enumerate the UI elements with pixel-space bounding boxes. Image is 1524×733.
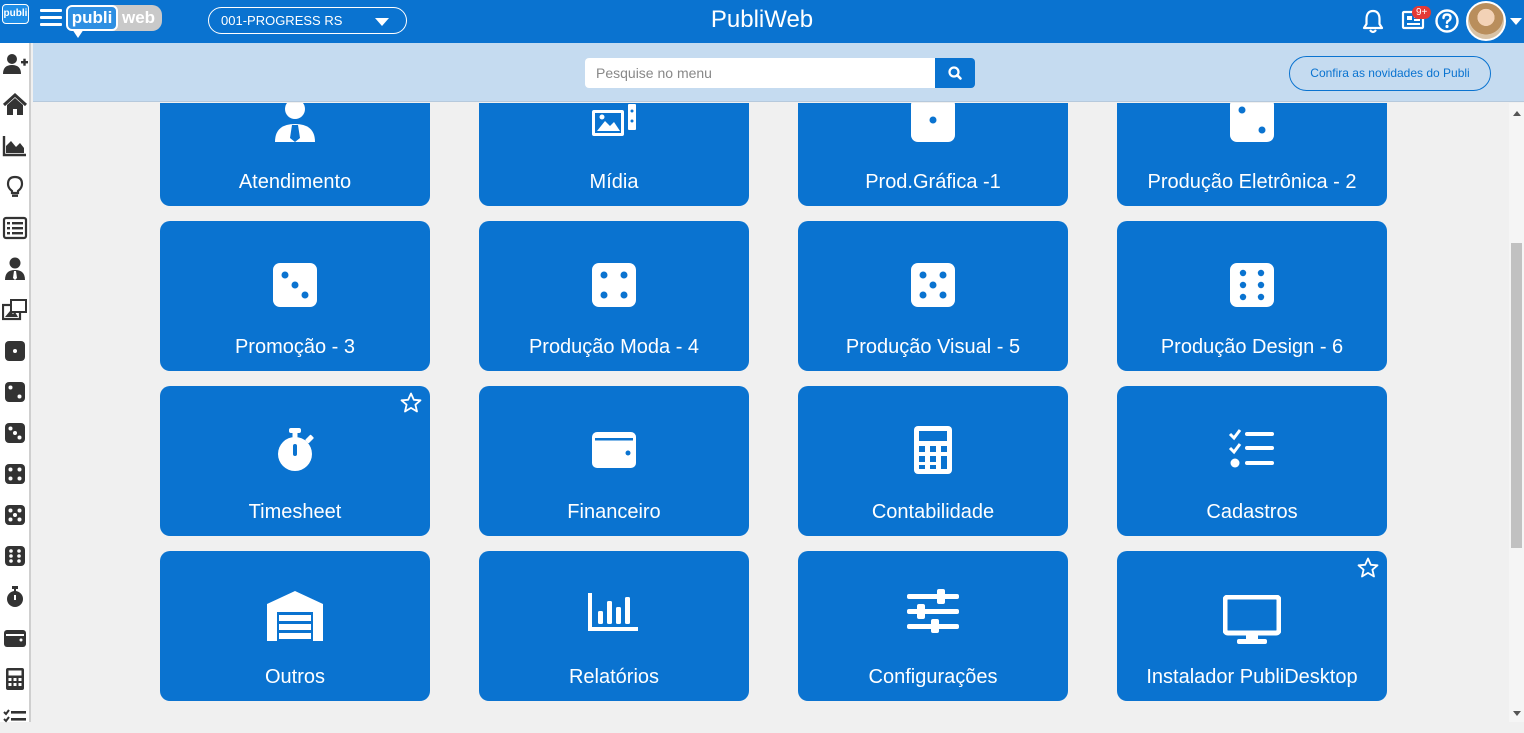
top-bar: publi web publi 001-PROGRESS RS PubliWeb… xyxy=(0,0,1524,43)
sidebar-stopwatch-icon[interactable] xyxy=(2,584,28,610)
sidebar-user-tie-icon[interactable] xyxy=(2,256,28,282)
vertical-scrollbar[interactable] xyxy=(1509,103,1524,722)
favorite-star-icon[interactable] xyxy=(1357,557,1379,579)
chevron-down-icon xyxy=(375,18,389,26)
menu-search-input[interactable] xyxy=(585,58,936,88)
sidebar-lightbulb-icon[interactable] xyxy=(2,174,28,200)
sidebar-dice-two-icon[interactable] xyxy=(2,379,28,405)
tile-label: Relatórios xyxy=(568,666,660,688)
help-icon[interactable] xyxy=(1434,8,1460,34)
calculator-icon xyxy=(914,426,952,474)
tile-label: Outros xyxy=(264,666,326,688)
publi-logo-badge[interactable]: publi xyxy=(0,0,31,43)
sidebar-dice-six-icon[interactable] xyxy=(2,543,28,569)
dice-two-icon xyxy=(1230,103,1274,142)
tile-producao-eletronica[interactable]: Produção Eletrônica - 2 xyxy=(1117,103,1387,206)
tile-outros[interactable]: Outros xyxy=(160,551,430,701)
tile-promocao[interactable]: Promoção - 3 xyxy=(160,221,430,371)
tile-timesheet[interactable]: Timesheet xyxy=(160,386,430,536)
sidebar-calculator-icon[interactable] xyxy=(2,666,28,692)
tile-cadastros[interactable]: Cadastros xyxy=(1117,386,1387,536)
avatar-chevron-down-icon[interactable] xyxy=(1510,18,1522,25)
search-button[interactable] xyxy=(935,58,975,88)
tile-contabilidade[interactable]: Contabilidade xyxy=(798,386,1068,536)
tile-producao-visual[interactable]: Produção Visual - 5 xyxy=(798,221,1068,371)
images-icon xyxy=(592,104,636,136)
sidebar-list-icon[interactable] xyxy=(2,215,28,241)
tile-label: Prod.Gráfica -1 xyxy=(865,171,1001,193)
tile-label: Contabilidade xyxy=(871,501,995,523)
tile-prod-grafica[interactable]: Prod.Gráfica -1 xyxy=(798,103,1068,206)
brand-web-text: web xyxy=(112,5,162,31)
bar-chart-icon xyxy=(588,593,638,631)
dice-five-icon xyxy=(911,263,955,307)
desktop-icon xyxy=(1223,595,1281,644)
tile-label: Financeiro xyxy=(567,501,661,523)
sidebar-wallet-icon[interactable] xyxy=(2,625,28,651)
tile-label: Produção Moda - 4 xyxy=(528,336,700,358)
sidebar-dice-four-icon[interactable] xyxy=(2,461,28,487)
tile-label: Produção Design - 6 xyxy=(1160,336,1344,358)
dice-four-icon xyxy=(592,263,636,307)
sliders-icon xyxy=(907,589,959,633)
sidebar-home-icon[interactable] xyxy=(2,92,28,118)
tile-instalador-publidesktop[interactable]: Instalador PubliDesktop xyxy=(1117,551,1387,701)
scroll-down-arrow-icon[interactable] xyxy=(1513,711,1521,716)
tile-label: Timesheet xyxy=(248,501,342,523)
tile-label: Cadastros xyxy=(1206,501,1298,523)
dice-six-icon xyxy=(1230,263,1274,307)
notification-badge: 9+ xyxy=(1412,6,1432,19)
user-avatar[interactable] xyxy=(1466,1,1506,41)
sidebar-dice-five-icon[interactable] xyxy=(2,502,28,528)
logo-badge-text: publi xyxy=(2,4,29,24)
news-button[interactable]: Confira as novidades do Publi xyxy=(1289,56,1491,91)
hamburger-menu-icon[interactable] xyxy=(40,9,62,31)
brand-publi-text: publi xyxy=(66,5,118,38)
search-bar-area: Confira as novidades do Publi xyxy=(33,43,1524,102)
tile-label: Mídia xyxy=(589,171,639,193)
user-tie-icon xyxy=(275,103,315,142)
scroll-up-arrow-icon[interactable] xyxy=(1513,111,1521,116)
tile-producao-moda[interactable]: Produção Moda - 4 xyxy=(479,221,749,371)
favorite-star-icon[interactable] xyxy=(400,392,422,414)
menu-search xyxy=(585,58,975,88)
tile-label: Instalador PubliDesktop xyxy=(1146,666,1358,688)
warehouse-icon xyxy=(267,591,323,641)
sidebar-dice-one-icon[interactable] xyxy=(2,338,28,364)
tasks-icon xyxy=(1228,429,1274,468)
stopwatch-icon xyxy=(278,428,314,471)
company-select[interactable]: 001-PROGRESS RS xyxy=(208,7,407,34)
tile-label: Atendimento xyxy=(238,171,352,193)
tile-producao-design[interactable]: Produção Design - 6 xyxy=(1117,221,1387,371)
search-icon xyxy=(948,66,962,80)
sidebar-add-user-icon[interactable] xyxy=(2,51,28,77)
tile-atendimento[interactable]: Atendimento xyxy=(160,103,430,206)
tile-label: Produção Eletrônica - 2 xyxy=(1147,171,1357,193)
scroll-thumb[interactable] xyxy=(1511,243,1522,548)
tile-financeiro[interactable]: Financeiro xyxy=(479,386,749,536)
sidebar xyxy=(0,43,31,723)
sidebar-tasks-icon[interactable] xyxy=(2,707,28,733)
tile-label: Configurações xyxy=(868,666,998,688)
tile-label: Promoção - 3 xyxy=(234,336,356,358)
dice-one-icon xyxy=(911,103,955,142)
sidebar-area-chart-icon[interactable] xyxy=(2,133,28,159)
sidebar-images-icon[interactable] xyxy=(2,297,28,323)
bell-icon[interactable] xyxy=(1362,8,1384,34)
company-select-value: 001-PROGRESS RS xyxy=(221,13,343,28)
dice-three-icon xyxy=(273,263,317,307)
tile-midia[interactable]: Mídia xyxy=(479,103,749,206)
tile-label: Produção Visual - 5 xyxy=(845,336,1021,358)
sidebar-dice-three-icon[interactable] xyxy=(2,420,28,446)
tile-relatorios[interactable]: Relatórios xyxy=(479,551,749,701)
module-grid: Atendimento Mídia Prod.Gráfica -1 Produç… xyxy=(33,103,1509,722)
wallet-icon xyxy=(592,432,636,468)
tile-configuracoes[interactable]: Configurações xyxy=(798,551,1068,701)
